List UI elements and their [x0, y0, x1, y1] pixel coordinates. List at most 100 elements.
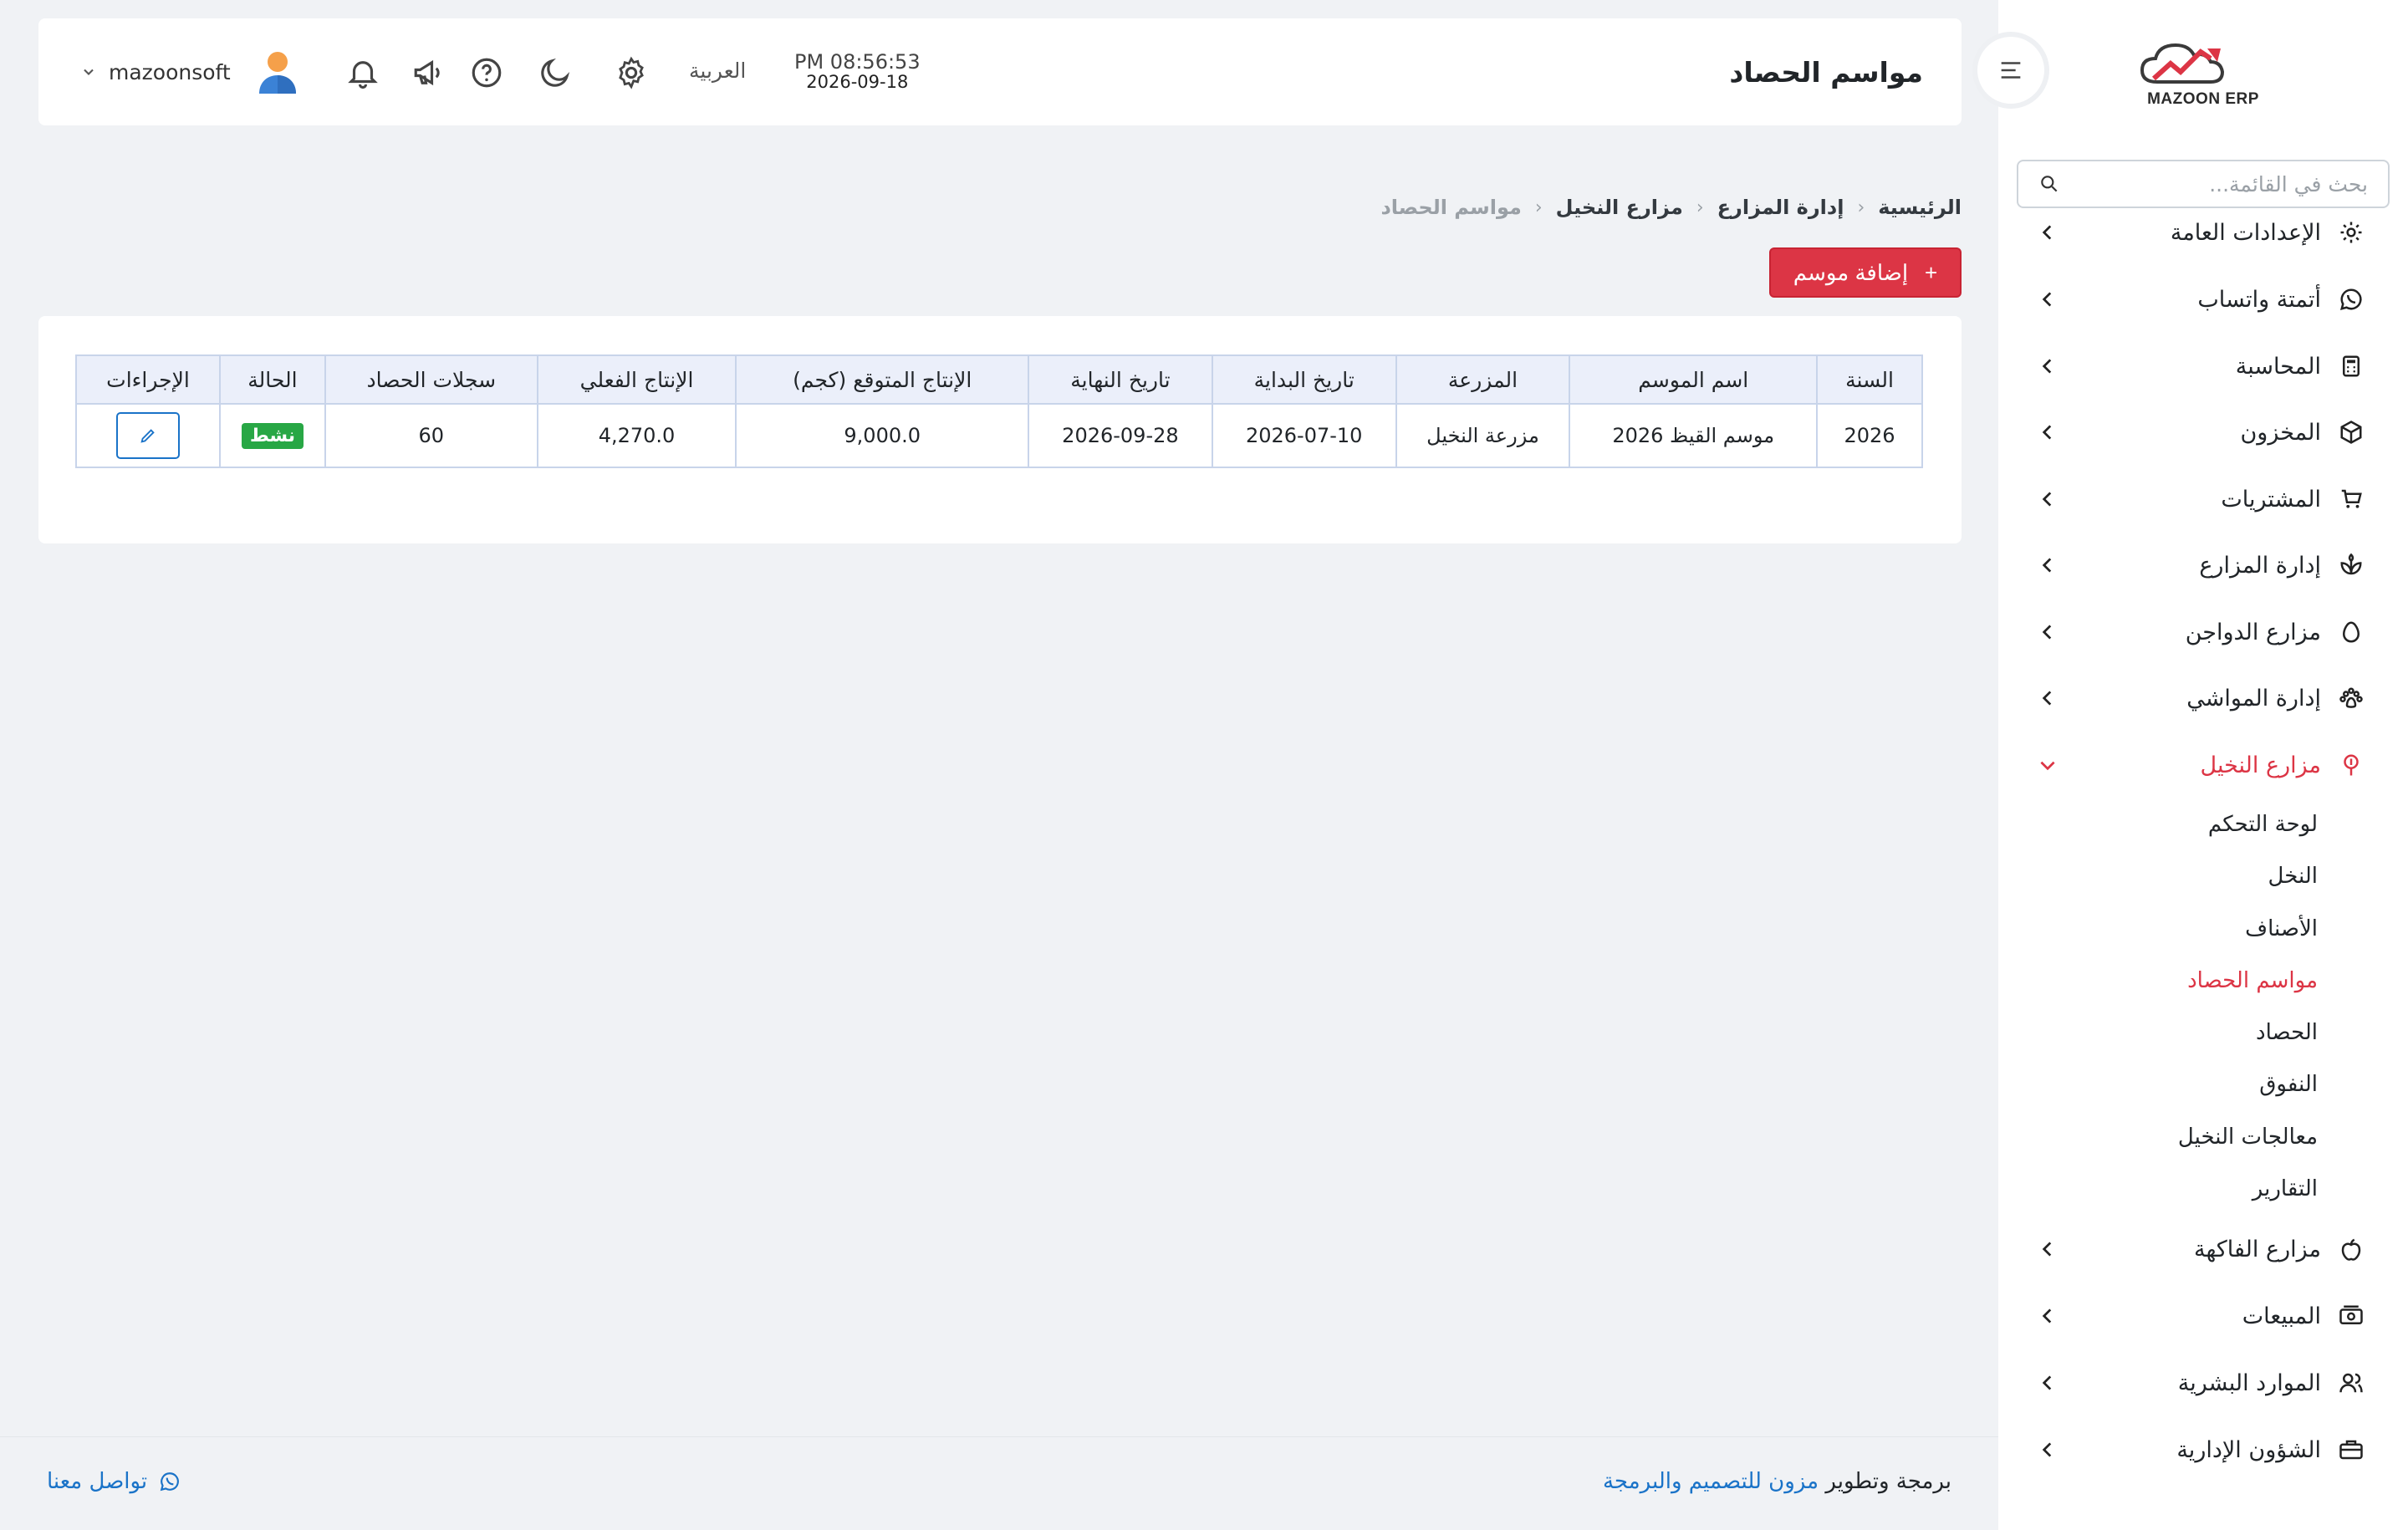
cell-actual-production: 4,270.0	[536, 403, 737, 468]
sidebar-search-input[interactable]: بحث في القائمة...	[2017, 160, 2390, 208]
sidebar-subitem-varieties[interactable]: الأصناف	[2245, 908, 2318, 950]
language-switcher[interactable]: العربية	[689, 59, 746, 83]
logo-mark-icon	[2140, 43, 2225, 84]
sidebar-toggle-button[interactable]	[1977, 37, 2044, 104]
column-header-season-name[interactable]: اسم الموسم	[1569, 354, 1819, 405]
sidebar-item-inventory[interactable]: المخزون	[2015, 409, 2366, 456]
cell-start-date: 2026-07-10	[1211, 403, 1397, 468]
contact-us-label: تواصل معنا	[47, 1469, 148, 1494]
sidebar-item-accounting[interactable]: المحاسبة	[2015, 343, 2366, 390]
calculator-icon	[2336, 351, 2366, 381]
sidebar-subitem-harvest-seasons[interactable]: مواسم الحصاد	[2187, 960, 2318, 1002]
sidebar-search-placeholder: بحث في القائمة...	[2209, 171, 2368, 196]
column-header-end-date[interactable]: تاريخ النهاية	[1028, 354, 1213, 405]
page-title: مواسم الحصاد	[1729, 55, 1923, 89]
sidebar-item-label: مزارع الدواجن	[2185, 619, 2321, 645]
breadcrumb-farm-management[interactable]: إدارة المزارع	[1717, 196, 1844, 219]
sidebar-item-label: الشؤون الإدارية	[2176, 1436, 2321, 1463]
sidebar-item-palm-farms[interactable]: مزارع النخيل	[2015, 742, 2366, 788]
chevron-left-icon	[2042, 425, 2052, 440]
chevron-left-icon: ‹	[1857, 196, 1865, 218]
harvest-seasons-table: السنة اسم الموسم المزرعة تاريخ البداية ت…	[75, 354, 1923, 468]
harvest-seasons-card: السنة اسم الموسم المزرعة تاريخ البداية ت…	[38, 316, 1962, 543]
users-icon	[2336, 1368, 2366, 1398]
breadcrumb: الرئيسية ‹ إدارة المزارع ‹ مزارع النخيل …	[1380, 191, 1962, 224]
sidebar-subitem-dashboard[interactable]: لوحة التحكم	[2208, 803, 2318, 845]
sidebar-item-label: الموارد البشرية	[2177, 1369, 2321, 1396]
chevron-left-icon	[2042, 359, 2052, 374]
sidebar-item-poultry-farms[interactable]: مزارع الدواجن	[2015, 609, 2366, 655]
sidebar-item-human-resources[interactable]: الموارد البشرية	[2015, 1359, 2366, 1406]
sidebar-subitem-reports[interactable]: التقارير	[2252, 1168, 2318, 1210]
table-header-row: السنة اسم الموسم المزرعة تاريخ البداية ت…	[75, 354, 1923, 405]
paw-icon	[2336, 683, 2366, 713]
box-icon	[2336, 417, 2366, 447]
add-season-button[interactable]: + إضافة موسم	[1769, 247, 1962, 298]
egg-icon	[2336, 617, 2366, 647]
sidebar-subitem-palm-treatments[interactable]: معالجات النخيل	[2178, 1116, 2318, 1158]
cart-icon	[2336, 484, 2366, 514]
help-icon[interactable]	[469, 55, 504, 90]
plus-icon: +	[1925, 259, 1938, 285]
breadcrumb-current: مواسم الحصاد	[1380, 196, 1522, 219]
chevron-left-icon	[2042, 625, 2052, 640]
footer: برمجة وتطوير مزون للتصميم والبرمجة تواصل…	[0, 1436, 1998, 1530]
column-header-start-date[interactable]: تاريخ البداية	[1211, 354, 1397, 405]
column-header-expected-production[interactable]: الإنتاج المتوقع (كجم)	[735, 354, 1030, 405]
brand-name: MAZOON ERP	[2147, 90, 2259, 108]
brand-logo[interactable]: MAZOON ERP	[2124, 33, 2283, 117]
clock-date: 2026-09-18	[806, 72, 909, 93]
edit-button[interactable]	[115, 412, 180, 459]
column-header-farm[interactable]: المزرعة	[1395, 354, 1571, 405]
palm-icon	[2336, 750, 2366, 780]
gear-icon[interactable]	[614, 55, 649, 90]
contact-us-link[interactable]: تواصل معنا	[47, 1469, 181, 1494]
footer-credit-prefix: برمجة وتطوير	[1825, 1469, 1951, 1494]
sidebar-item-fruit-farms[interactable]: مزارع الفاكهة	[2015, 1226, 2366, 1272]
sidebar-item-purchases[interactable]: المشتريات	[2015, 476, 2366, 523]
breadcrumb-home[interactable]: الرئيسية	[1878, 196, 1962, 219]
chevron-down-icon	[84, 69, 94, 75]
sidebar-subitem-mortality[interactable]: النفوق	[2259, 1063, 2318, 1105]
chevron-down-icon	[2040, 761, 2055, 771]
sidebar-item-sales[interactable]: المبيعات	[2015, 1293, 2366, 1339]
cell-status: نشط	[218, 403, 326, 468]
sidebar-subitem-palms[interactable]: النخل	[2268, 855, 2318, 897]
clock-time: PM 08:56:53	[794, 50, 921, 74]
cell-year: 2026	[1816, 403, 1923, 468]
megaphone-icon[interactable]	[411, 55, 446, 90]
sidebar-item-label: إدارة المزارع	[2199, 552, 2321, 579]
sidebar-item-label: إدارة المواشي	[2186, 685, 2321, 711]
cell-harvest-records: 60	[324, 403, 538, 468]
avatar	[258, 52, 296, 94]
column-header-actions: الإجراءات	[75, 354, 221, 405]
sidebar-item-whatsapp[interactable]: أتمتة واتساب	[2015, 276, 2366, 323]
column-header-year[interactable]: السنة	[1816, 354, 1923, 405]
column-header-actual-production[interactable]: الإنتاج الفعلي	[536, 354, 737, 405]
sidebar-item-administrative-affairs[interactable]: الشؤون الإدارية	[2015, 1426, 2366, 1473]
chevron-left-icon	[2042, 292, 2052, 307]
sidebar-item-general-settings[interactable]: الإعدادات العامة	[2015, 209, 2366, 256]
user-menu[interactable]: mazoonsoft	[80, 48, 299, 95]
plant-icon	[2336, 550, 2366, 580]
footer-credit: برمجة وتطوير مزون للتصميم والبرمجة	[1603, 1469, 1951, 1494]
sidebar-item-label: مزارع الفاكهة	[2194, 1236, 2321, 1262]
table-row: 2026 موسم القيظ 2026 مزرعة النخيل 2026-0…	[75, 403, 1923, 468]
chevron-left-icon	[2042, 1242, 2052, 1257]
chevron-left-icon	[2042, 1442, 2052, 1457]
add-season-button-label: إضافة موسم	[1793, 259, 1909, 285]
breadcrumb-palm-farms[interactable]: مزارع النخيل	[1556, 196, 1683, 219]
bell-icon[interactable]	[345, 55, 380, 90]
sidebar-item-farm-management[interactable]: إدارة المزارع	[2015, 542, 2366, 589]
column-header-harvest-records[interactable]: سجلات الحصاد	[324, 354, 538, 405]
chevron-left-icon	[2042, 1308, 2052, 1323]
moon-icon[interactable]	[538, 55, 573, 90]
clock: PM 08:56:53 2026-09-18	[794, 50, 921, 93]
username: mazoonsoft	[109, 59, 231, 84]
sidebar-item-label: المخزون	[2240, 419, 2321, 446]
column-header-status[interactable]: الحالة	[218, 354, 326, 405]
briefcase-icon	[2336, 1435, 2366, 1465]
footer-credit-link[interactable]: مزون للتصميم والبرمجة	[1603, 1469, 1819, 1494]
sidebar-subitem-harvest[interactable]: الحصاد	[2256, 1012, 2318, 1053]
sidebar-item-livestock[interactable]: إدارة المواشي	[2015, 675, 2366, 722]
